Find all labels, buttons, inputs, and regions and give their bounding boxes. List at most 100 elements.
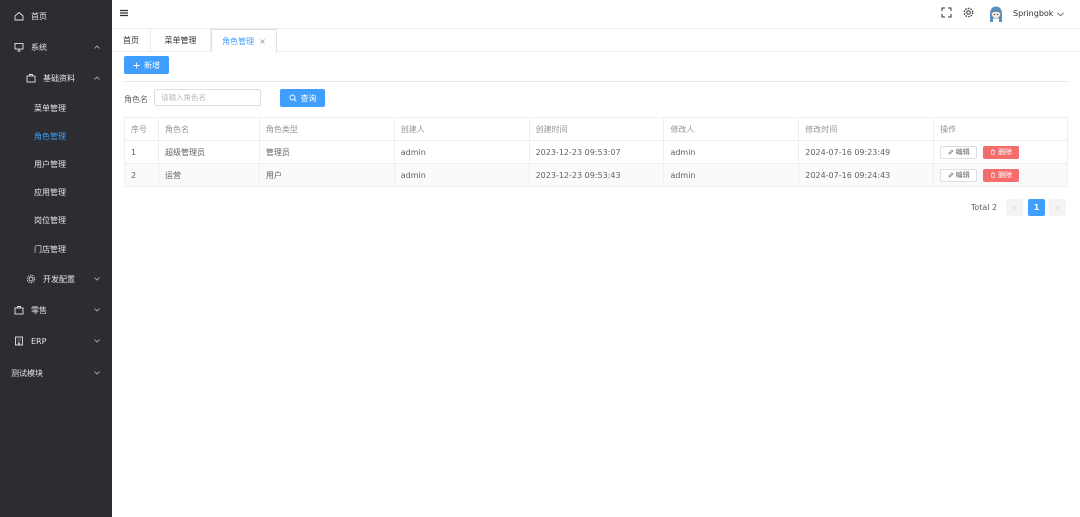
table-cell: 2 [125, 164, 159, 186]
column-header: 角色名 [159, 118, 260, 140]
main-content: Springbok 首页 菜单管理 角色管理 × 新增 角色名 查询 [112, 0, 1080, 517]
actions-cell: 编辑 删除 [934, 141, 1069, 163]
table-cell: 运营 [159, 164, 260, 186]
sidebar-item-label: 岗位管理 [34, 215, 66, 225]
edit-button[interactable]: 编辑 [940, 145, 978, 159]
hamburger-icon[interactable] [119, 8, 129, 18]
table-cell: 管理员 [260, 141, 395, 163]
sidebar-item-label: ERP [31, 336, 47, 346]
top-bar: Springbok [112, 0, 1080, 29]
table-cell: 1 [125, 141, 159, 163]
chevron-left-icon: ‹ [1012, 203, 1017, 212]
sidebar-item-app-mgmt[interactable]: 应用管理 [0, 178, 112, 206]
column-header: 创建人 [395, 118, 530, 140]
tab-menu-mgmt[interactable]: 菜单管理 [151, 29, 211, 51]
building-icon [13, 335, 25, 347]
chevron-down-icon [93, 275, 101, 283]
column-header: 序号 [125, 118, 159, 140]
sidebar-item-test-module[interactable]: 测试模块 [0, 359, 112, 387]
shopping-bag-icon [13, 304, 25, 316]
sidebar-item-basic-data[interactable]: 基础资料 [0, 64, 112, 92]
column-header: 修改时间 [799, 118, 935, 140]
sidebar-item-user-mgmt[interactable]: 用户管理 [0, 150, 112, 178]
add-button[interactable]: 新增 [124, 56, 169, 74]
pagination-page-1[interactable]: 1 [1028, 199, 1045, 216]
edit-icon [948, 149, 954, 155]
sidebar-item-label: 零售 [31, 305, 47, 315]
tab-label: 角色管理 [222, 36, 255, 46]
table-cell: admin [395, 164, 530, 186]
close-icon[interactable]: × [259, 37, 266, 46]
trash-icon [990, 149, 996, 155]
sidebar-item-label: 应用管理 [34, 187, 66, 197]
page-number: 1 [1033, 203, 1040, 212]
chevron-down-icon [93, 337, 101, 345]
sidebar-item-role-mgmt[interactable]: 角色管理 [0, 122, 112, 150]
table-cell: 2024-07-16 09:24:43 [799, 164, 935, 186]
delete-button-label: 删除 [998, 148, 1013, 156]
sidebar-item-store-mgmt[interactable]: 门店管理 [0, 235, 112, 263]
sidebar-item-post-mgmt[interactable]: 岗位管理 [0, 206, 112, 234]
role-name-input[interactable] [154, 89, 261, 106]
edit-button[interactable]: 编辑 [940, 168, 978, 182]
chevron-up-icon [93, 43, 101, 51]
chevron-down-icon [93, 369, 101, 377]
tab-role-mgmt[interactable]: 角色管理 × [211, 29, 277, 52]
search-button[interactable]: 查询 [280, 89, 325, 107]
chevron-up-icon [93, 74, 101, 82]
username[interactable]: Springbok [1013, 9, 1053, 18]
divider [124, 81, 1068, 82]
fullscreen-icon[interactable] [941, 7, 952, 21]
sidebar-item-label: 开发配置 [43, 274, 75, 284]
sidebar-item-home[interactable]: 首页 [0, 2, 112, 30]
actions-cell: 编辑 删除 [934, 164, 1069, 186]
table-cell: 超级管理员 [159, 141, 260, 163]
sidebar-item-label: 菜单管理 [34, 103, 66, 113]
edit-button-label: 编辑 [955, 148, 970, 156]
tab-label: 首页 [123, 35, 139, 45]
sidebar-item-label: 首页 [31, 11, 47, 21]
briefcase-icon [25, 72, 37, 84]
column-header: 修改人 [664, 118, 800, 140]
table-cell: admin [664, 164, 800, 186]
delete-button-label: 删除 [998, 171, 1013, 179]
table-cell: 2023-12-23 09:53:43 [530, 164, 665, 186]
edit-button-label: 编辑 [955, 171, 970, 179]
sidebar-item-label: 系统 [31, 42, 47, 52]
sidebar-item-label: 角色管理 [34, 131, 66, 141]
column-header: 操作 [934, 118, 1069, 140]
chevron-down-icon[interactable] [1057, 10, 1064, 20]
sidebar-item-menu-mgmt[interactable]: 菜单管理 [0, 94, 112, 122]
tab-home[interactable]: 首页 [112, 29, 151, 51]
table-cell: admin [395, 141, 530, 163]
sidebar-item-label: 基础资料 [43, 73, 75, 83]
pagination-prev-button[interactable]: ‹ [1006, 199, 1023, 216]
chevron-down-icon [93, 306, 101, 314]
sidebar-item-retail[interactable]: 零售 [0, 296, 112, 324]
chevron-right-icon: › [1055, 203, 1060, 212]
gear-icon[interactable] [963, 7, 974, 21]
sidebar-item-erp[interactable]: ERP [0, 327, 112, 355]
delete-button[interactable]: 删除 [983, 145, 1020, 159]
sidebar-item-system[interactable]: 系统 [0, 33, 112, 61]
pagination-next-button[interactable]: › [1049, 199, 1066, 216]
table-row: 1 超级管理员 管理员 admin 2023-12-23 09:53:07 ad… [125, 141, 1069, 164]
monitor-icon [13, 41, 25, 53]
plus-icon [133, 62, 140, 69]
pagination-total: Total 2 [970, 203, 998, 212]
delete-button[interactable]: 删除 [983, 168, 1020, 182]
table-cell: 2023-12-23 09:53:07 [530, 141, 665, 163]
table-header-row: 序号 角色名 角色类型 创建人 创建时间 修改人 修改时间 操作 [125, 118, 1069, 141]
column-header: 创建时间 [530, 118, 665, 140]
sidebar-item-label: 门店管理 [34, 244, 66, 254]
avatar[interactable] [988, 5, 1004, 26]
sidebar-item-label: 测试模块 [11, 368, 43, 378]
tabs-bar: 首页 菜单管理 角色管理 × [112, 29, 1080, 52]
search-icon [289, 94, 297, 102]
role-name-label: 角色名 [124, 95, 148, 104]
trash-icon [990, 172, 996, 178]
sidebar-item-dev-config[interactable]: 开发配置 [0, 265, 112, 293]
tab-label: 菜单管理 [164, 35, 197, 45]
table-cell: admin [664, 141, 800, 163]
column-header: 角色类型 [260, 118, 395, 140]
